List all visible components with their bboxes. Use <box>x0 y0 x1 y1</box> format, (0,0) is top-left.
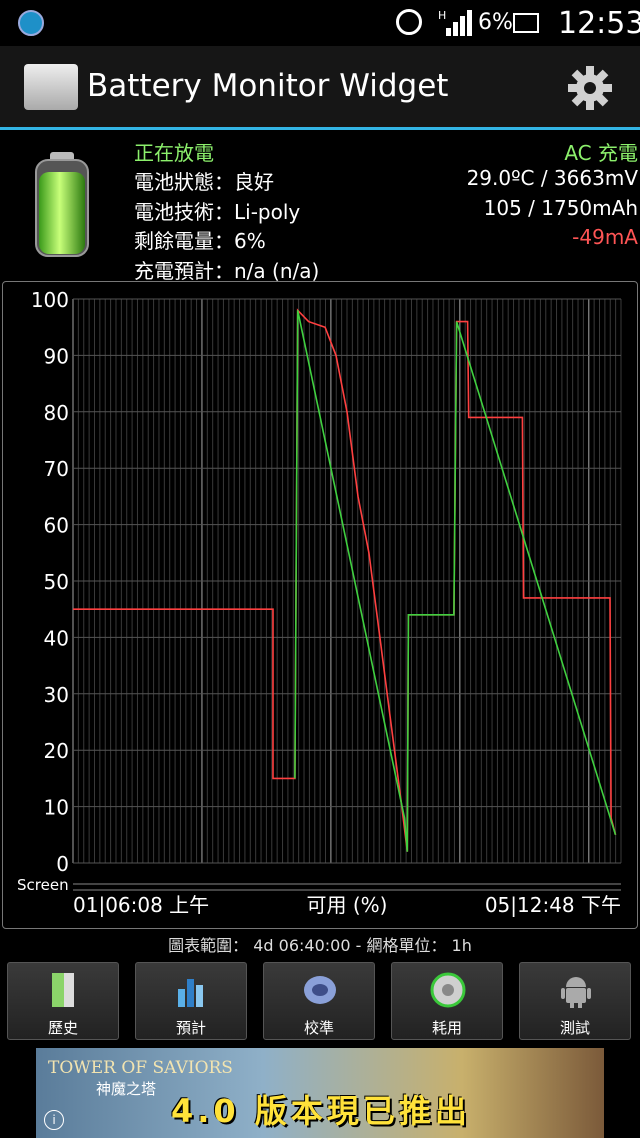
ad-brand-sub: 神魔之塔 <box>96 1080 157 1098</box>
forecast-button[interactable]: 預計 <box>135 962 247 1040</box>
battery-percent: 6% <box>478 10 513 35</box>
ad-banner[interactable]: TOWER OF SAVIORS 神魔之塔 4.0 版本現已推出 i <box>36 1048 604 1138</box>
y-tick-label: 20 <box>44 739 69 763</box>
y-tick-label: 80 <box>44 401 69 425</box>
y-tick-label: 100 <box>31 288 69 312</box>
status-bar: H 6% 12:53 <box>0 0 640 46</box>
battery-current: -49mA <box>572 225 638 249</box>
y-tick-label: 0 <box>56 852 69 876</box>
calibrate-button[interactable]: 校準 <box>263 962 375 1040</box>
discharge-state: 正在放電 <box>134 141 214 165</box>
ad-headline: 4.0 版本現已推出 <box>171 1092 471 1130</box>
x-end-label: 05|12:48 下午 <box>485 893 621 917</box>
usage-gauge-icon <box>430 972 466 1008</box>
android-robot-icon <box>561 977 591 1008</box>
action-bar: Battery Monitor Widget <box>0 46 640 128</box>
test-label: 測試 <box>559 1019 590 1037</box>
network-type-label: H <box>438 9 446 22</box>
calibrate-label: 校準 <box>303 1019 334 1037</box>
chart-canvas: 1009080706050403020100Screen01|06:08 上午可… <box>17 288 622 917</box>
chart-range-info: 圖表範圍： 4d 06:40:00 - 網格單位： 1h <box>168 936 472 955</box>
x-start-label: 01|06:08 上午 <box>73 893 209 917</box>
alarm-icon <box>396 9 422 35</box>
battery-technology: 電池技術：Li-poly <box>134 200 301 224</box>
y-tick-label: 10 <box>44 796 69 820</box>
app-logo-icon[interactable] <box>24 64 78 110</box>
usage-button[interactable]: 耗用 <box>391 962 503 1040</box>
signal-icon: H <box>438 9 472 36</box>
charge-estimate: 充電預計：n/a (n/a) <box>134 259 320 283</box>
x-center-label: 可用 (%) <box>307 893 388 917</box>
y-tick-label: 70 <box>44 457 69 481</box>
app-notification-icon <box>18 10 44 36</box>
battery-history-chart[interactable]: 100 90 80 70 60 50 40 30 20 10 0 Screen 01|06:08 上午可… <box>2 281 638 929</box>
forecast-label: 預計 <box>175 1019 206 1037</box>
bar-chart-icon <box>178 979 203 1007</box>
history-label: 歷史 <box>47 1019 78 1037</box>
y-tick-label: 30 <box>44 683 69 707</box>
remaining-charge: 剩餘電量：6% <box>134 229 266 253</box>
app-title: Battery Monitor Widget <box>87 68 449 104</box>
history-button[interactable]: 歷史 <box>7 962 119 1040</box>
door-icon <box>52 973 74 1007</box>
y-tick-label: 90 <box>44 344 69 368</box>
battery-health: 電池狀態：良好 <box>134 170 274 194</box>
accent-divider <box>0 127 640 130</box>
calibrate-disc-icon <box>304 976 336 1004</box>
battery-capacity: 105 / 1750mAh <box>483 196 638 220</box>
temp-voltage: 29.0ºC / 3663mV <box>466 166 638 190</box>
battery-charging-icon <box>513 13 539 33</box>
y-tick-label: 40 <box>44 626 69 650</box>
ad-info-icon[interactable]: i <box>44 1110 64 1130</box>
clock: 12:53 <box>558 6 640 41</box>
battery-level-icon <box>35 152 89 257</box>
y-tick-label: 50 <box>44 570 69 594</box>
charge-mode: AC 充電 <box>564 141 638 165</box>
ad-brand: TOWER OF SAVIORS <box>48 1058 233 1078</box>
settings-gear-icon[interactable] <box>566 64 614 112</box>
y-tick-label: 60 <box>44 514 69 538</box>
usage-label: 耗用 <box>431 1019 462 1037</box>
screen-row-label: Screen <box>17 876 69 894</box>
test-button[interactable]: 測試 <box>519 962 631 1040</box>
